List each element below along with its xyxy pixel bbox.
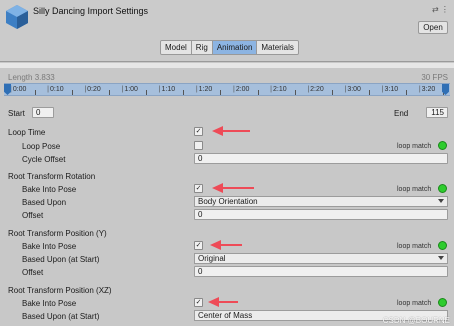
cycle-offset-field[interactable]: 0 bbox=[194, 153, 448, 164]
timeline-tick-label: 0:10 bbox=[47, 86, 64, 93]
loop-match-label: loop match bbox=[397, 143, 432, 150]
position-xz-bake-checkbox[interactable]: ✓ bbox=[194, 298, 203, 307]
window-title: Silly Dancing Import Settings bbox=[33, 6, 149, 16]
start-label: Start bbox=[8, 109, 25, 118]
timeline-minor-tick bbox=[294, 90, 296, 95]
rotation-bake-label: Bake Into Pose bbox=[22, 185, 77, 194]
rotation-offset-label: Offset bbox=[22, 211, 44, 220]
loop-time-checkbox[interactable]: ✓ bbox=[194, 127, 203, 136]
end-field[interactable]: 115 bbox=[426, 107, 448, 118]
clip-length: Length 3.833 bbox=[8, 73, 55, 82]
inspector-header: Silly Dancing Import Settings ⇄ ⋮ Open M… bbox=[0, 0, 454, 62]
watermark: CSDN @BOURNE bbox=[382, 316, 450, 325]
open-button[interactable]: Open bbox=[418, 21, 448, 34]
timeline-tick-label: 3:10 bbox=[382, 86, 398, 93]
cycle-offset-label: Cycle Offset bbox=[22, 155, 66, 164]
position-y-based-upon-label: Based Upon (at Start) bbox=[22, 255, 100, 264]
loop-match-label: loop match bbox=[397, 186, 432, 193]
timeline-tick-label: 3:00 bbox=[345, 86, 361, 93]
timeline-minor-tick bbox=[331, 90, 333, 95]
header-menu-icon[interactable]: ⇄ ⋮ bbox=[432, 5, 449, 14]
end-label: End bbox=[394, 109, 409, 118]
position-xz-bake-label: Bake Into Pose bbox=[22, 299, 77, 308]
loop-match-indicator bbox=[438, 298, 447, 307]
rotation-bake-checkbox[interactable]: ✓ bbox=[194, 184, 203, 193]
tab-rig[interactable]: Rig bbox=[191, 41, 213, 54]
timeline-tick-label: 2:00 bbox=[233, 86, 250, 93]
timeline-minor-tick bbox=[257, 90, 259, 95]
timeline-minor-tick bbox=[183, 90, 185, 95]
start-field[interactable]: 0 bbox=[32, 107, 54, 118]
timeline-tick-label: 0:20 bbox=[84, 86, 101, 93]
timeline-tick-label: 2:20 bbox=[307, 86, 324, 93]
loop-match-indicator bbox=[438, 241, 447, 250]
divider bbox=[0, 63, 454, 68]
timeline-minor-tick bbox=[220, 90, 222, 95]
timeline-minor-tick bbox=[369, 90, 371, 95]
position-y-offset-label: Offset bbox=[22, 268, 44, 277]
loop-match-label: loop match bbox=[397, 300, 432, 307]
rotation-based-upon-dropdown[interactable]: Body Orientation bbox=[194, 196, 448, 207]
position-y-bake-checkbox[interactable]: ✓ bbox=[194, 241, 203, 250]
unity-model-icon bbox=[6, 5, 28, 29]
timeline-minor-tick bbox=[34, 90, 36, 95]
loop-match-label: loop match bbox=[397, 243, 432, 250]
chevron-down-icon bbox=[438, 256, 444, 260]
dropdown-value: Body Orientation bbox=[198, 197, 258, 206]
timeline-minor-tick bbox=[108, 90, 110, 95]
rotation-offset-field[interactable]: 0 bbox=[194, 209, 448, 220]
position-y-section-label: Root Transform Position (Y) bbox=[8, 229, 107, 238]
position-xz-section-label: Root Transform Position (XZ) bbox=[8, 286, 112, 295]
position-y-bake-label: Bake Into Pose bbox=[22, 242, 77, 251]
dropdown-value: Original bbox=[198, 254, 226, 263]
timeline-tick-label: 2:10 bbox=[270, 86, 287, 93]
position-y-offset-field[interactable]: 0 bbox=[194, 266, 448, 277]
timeline-minor-tick bbox=[406, 90, 408, 95]
tab-animation[interactable]: Animation bbox=[212, 41, 258, 54]
timeline-tick-label: 1:20 bbox=[196, 86, 213, 93]
timeline-tick-label: 1:00 bbox=[122, 86, 138, 93]
tab-materials[interactable]: Materials bbox=[257, 41, 298, 54]
position-y-based-upon-dropdown[interactable]: Original bbox=[194, 253, 448, 264]
timeline-tick-label: 0:00 bbox=[10, 86, 27, 93]
tab-model[interactable]: Model bbox=[161, 41, 192, 54]
dropdown-value: Center of Mass bbox=[198, 311, 253, 320]
chevron-down-icon bbox=[438, 199, 444, 203]
loop-match-indicator bbox=[438, 184, 447, 193]
import-tabs: Model Rig Animation Materials bbox=[160, 40, 299, 55]
loop-time-label: Loop Time bbox=[8, 128, 46, 137]
timeline-ruler[interactable]: 0:00 0:10 0:20 1:00 1:10 1:20 2:00 2:10 2:20 3:00… bbox=[4, 83, 450, 96]
clip-length-value: 3.833 bbox=[34, 73, 55, 82]
position-xz-based-upon-label: Based Upon (at Start) bbox=[22, 312, 100, 321]
clip-length-label: Length bbox=[8, 73, 33, 82]
rotation-based-upon-label: Based Upon bbox=[22, 198, 67, 207]
timeline-tick-label: 3:20 bbox=[419, 86, 436, 93]
timeline-minor-tick bbox=[146, 90, 148, 95]
timeline-tick-label: 1:10 bbox=[159, 86, 175, 93]
clip-fps: 30 FPS bbox=[421, 73, 448, 82]
loop-pose-checkbox[interactable] bbox=[194, 141, 203, 150]
loop-pose-label: Loop Pose bbox=[22, 142, 61, 151]
loop-match-indicator bbox=[438, 141, 447, 150]
rotation-section-label: Root Transform Rotation bbox=[8, 172, 96, 181]
timeline-minor-tick bbox=[71, 90, 73, 95]
